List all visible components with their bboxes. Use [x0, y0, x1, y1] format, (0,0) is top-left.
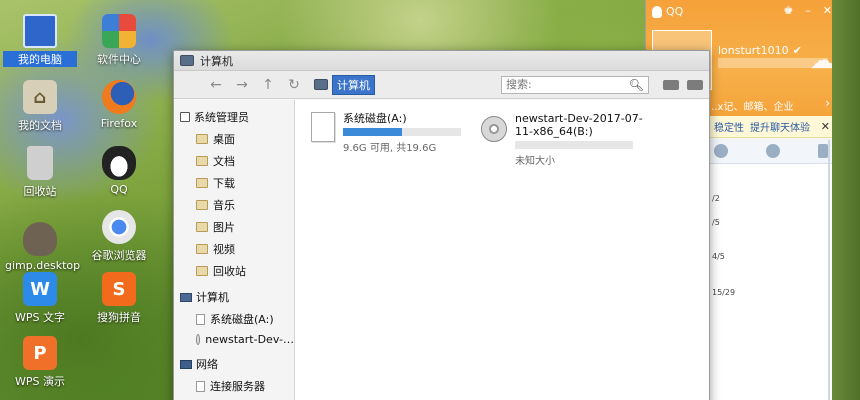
wps-presentation-icon: P — [23, 336, 57, 370]
drive-icon — [311, 112, 335, 142]
breadcrumb: 计算机 — [314, 74, 375, 95]
window-titlebar[interactable]: 计算机 — [174, 51, 709, 71]
qq-nickname: lonsturt1010 ✔ — [718, 44, 802, 57]
qq-app-links[interactable]: ...ⅹ记、邮箱、企业 — [708, 98, 793, 113]
list-item: /5 — [712, 218, 720, 227]
qq-penguin-icon — [102, 146, 136, 180]
folder-icon — [196, 244, 208, 254]
search-box[interactable]: 🔍︎ — [501, 75, 649, 94]
disk-usage-bar — [515, 141, 633, 149]
desktop-icon-my-computer[interactable]: 我的电脑 — [3, 14, 77, 67]
sidebar-item-documents[interactable]: 文档 — [174, 150, 294, 172]
close-notice-icon[interactable]: ✕ — [821, 120, 830, 133]
folder-icon — [196, 178, 208, 188]
disk-usage-fill — [343, 128, 402, 136]
status-icon[interactable]: ✔ — [793, 44, 802, 57]
sidebar-item-downloads[interactable]: 下载 — [174, 172, 294, 194]
desktop-icon-wps-presentation[interactable]: P WPS 演示 — [3, 336, 77, 389]
folder-icon — [196, 222, 208, 232]
window-title: 计算机 — [200, 54, 233, 68]
desktop-icon-my-documents[interactable]: ⌂ 我的文档 — [3, 80, 77, 133]
phone-tab-icon[interactable] — [818, 143, 828, 158]
search-icon[interactable]: 🔍︎ — [629, 78, 644, 92]
computer-icon — [314, 79, 328, 90]
desktop-icon-chrome[interactable]: 谷歌浏览器 — [82, 210, 156, 263]
drive-icon — [196, 313, 205, 325]
sidebar-item-pictures[interactable]: 图片 — [174, 216, 294, 238]
software-center-icon — [102, 14, 136, 48]
skin-icon[interactable]: ♚ — [783, 4, 793, 17]
close-icon[interactable]: ✕ — [823, 4, 832, 17]
sidebar-group-network[interactable]: 网络 — [174, 353, 294, 375]
sidebar-item-trash[interactable]: 回收站 — [174, 260, 294, 282]
qq-logo-icon — [652, 5, 662, 18]
desktop-icon-sogou[interactable]: S 搜狗拼音 — [82, 272, 156, 325]
weather-cloud-icon[interactable]: ☁ — [810, 46, 834, 74]
desktop-icon-gimp[interactable]: gimp.desktop — [3, 222, 80, 272]
disc-icon — [481, 116, 507, 142]
up-button[interactable]: ↑ — [258, 76, 278, 94]
file-view[interactable]: 系统磁盘(A:) 9.6G 可用, 共19.6G newstart-Dev-20… — [295, 100, 709, 400]
user-icon — [180, 112, 190, 122]
qq-scrollbar[interactable] — [828, 140, 830, 400]
wps-writer-icon: W — [23, 272, 57, 306]
toolbar: ← → ↑ ↻ 计算机 🔍︎ — [174, 71, 709, 99]
forward-button[interactable]: → — [232, 76, 252, 94]
trash-icon — [27, 146, 53, 180]
folder-icon — [196, 134, 208, 144]
monitor-icon — [23, 14, 57, 48]
gimp-icon — [23, 222, 57, 256]
window-body: 系统管理员 桌面 文档 下载 音乐 图片 视频 回收站 计算机 系统磁盘(A:)… — [174, 100, 709, 400]
desktop-icon-firefox[interactable]: Firefox — [82, 80, 156, 130]
sidebar-item-music[interactable]: 音乐 — [174, 194, 294, 216]
network-icon — [180, 359, 192, 369]
disc-icon — [196, 334, 201, 345]
sidebar-item-connect-server[interactable]: 连接服务器 — [174, 375, 294, 397]
server-icon — [196, 380, 205, 392]
firefox-icon — [102, 80, 136, 114]
drive-system-disk[interactable]: 系统磁盘(A:) 9.6G 可用, 共19.6G — [311, 112, 461, 154]
desktop-edge — [832, 0, 860, 400]
desktop-icon-wps-writer[interactable]: W WPS 文字 — [3, 272, 77, 325]
view-buttons — [663, 79, 703, 90]
computer-icon — [180, 55, 194, 66]
file-manager-window[interactable]: 计算机 ← → ↑ ↻ 计算机 🔍︎ 系统管理员 桌面 文档 下载 音 — [173, 50, 710, 400]
sidebar-item-system-disk[interactable]: 系统磁盘(A:) — [174, 308, 294, 330]
desktop-icon-qq[interactable]: QQ — [82, 146, 156, 196]
folder-icon — [196, 200, 208, 210]
back-button[interactable]: ← — [206, 76, 226, 94]
contacts-tab-icon[interactable] — [714, 143, 728, 158]
sidebar: 系统管理员 桌面 文档 下载 音乐 图片 视频 回收站 计算机 系统磁盘(A:)… — [174, 100, 295, 400]
icon-view-button[interactable] — [663, 79, 679, 90]
sogou-icon: S — [102, 272, 136, 306]
desktop-icon-trash[interactable]: 回收站 — [3, 146, 77, 199]
sidebar-toggle-button[interactable] — [180, 76, 200, 94]
chrome-icon — [102, 210, 136, 244]
refresh-button[interactable]: ↻ — [284, 76, 304, 94]
groups-tab-icon[interactable] — [766, 143, 780, 158]
sidebar-group-computer[interactable]: 计算机 — [174, 286, 294, 308]
breadcrumb-computer[interactable]: 计算机 — [332, 74, 375, 95]
qq-window-controls: ♚ – ✕ — [783, 4, 832, 17]
home-folder-icon: ⌂ — [23, 80, 57, 114]
minimize-icon[interactable]: – — [805, 4, 811, 17]
list-item: 4/5 — [712, 252, 725, 261]
sidebar-item-videos[interactable]: 视频 — [174, 238, 294, 260]
sidebar-group-admin[interactable]: 系统管理员 — [174, 106, 294, 128]
folder-icon — [196, 156, 208, 166]
qq-title: QQ — [652, 5, 683, 18]
drive-newstart-disc[interactable]: newstart-Dev-2017-07-11-x86_64(B:) 未知大小 — [481, 112, 645, 167]
search-input[interactable] — [506, 78, 629, 91]
list-view-button[interactable] — [687, 79, 703, 90]
chevron-right-icon[interactable]: › — [825, 96, 830, 110]
list-item: /2 — [712, 194, 720, 203]
computer-icon — [180, 292, 192, 302]
list-item: 15/29 — [712, 288, 736, 297]
sidebar-item-newstart-disc[interactable]: newstart-Dev-… — [174, 330, 294, 349]
disk-usage-bar — [343, 128, 461, 136]
sidebar-item-desktop[interactable]: 桌面 — [174, 128, 294, 150]
desktop-icon-software-center[interactable]: 软件中心 — [82, 14, 156, 67]
trash-icon — [196, 266, 208, 276]
